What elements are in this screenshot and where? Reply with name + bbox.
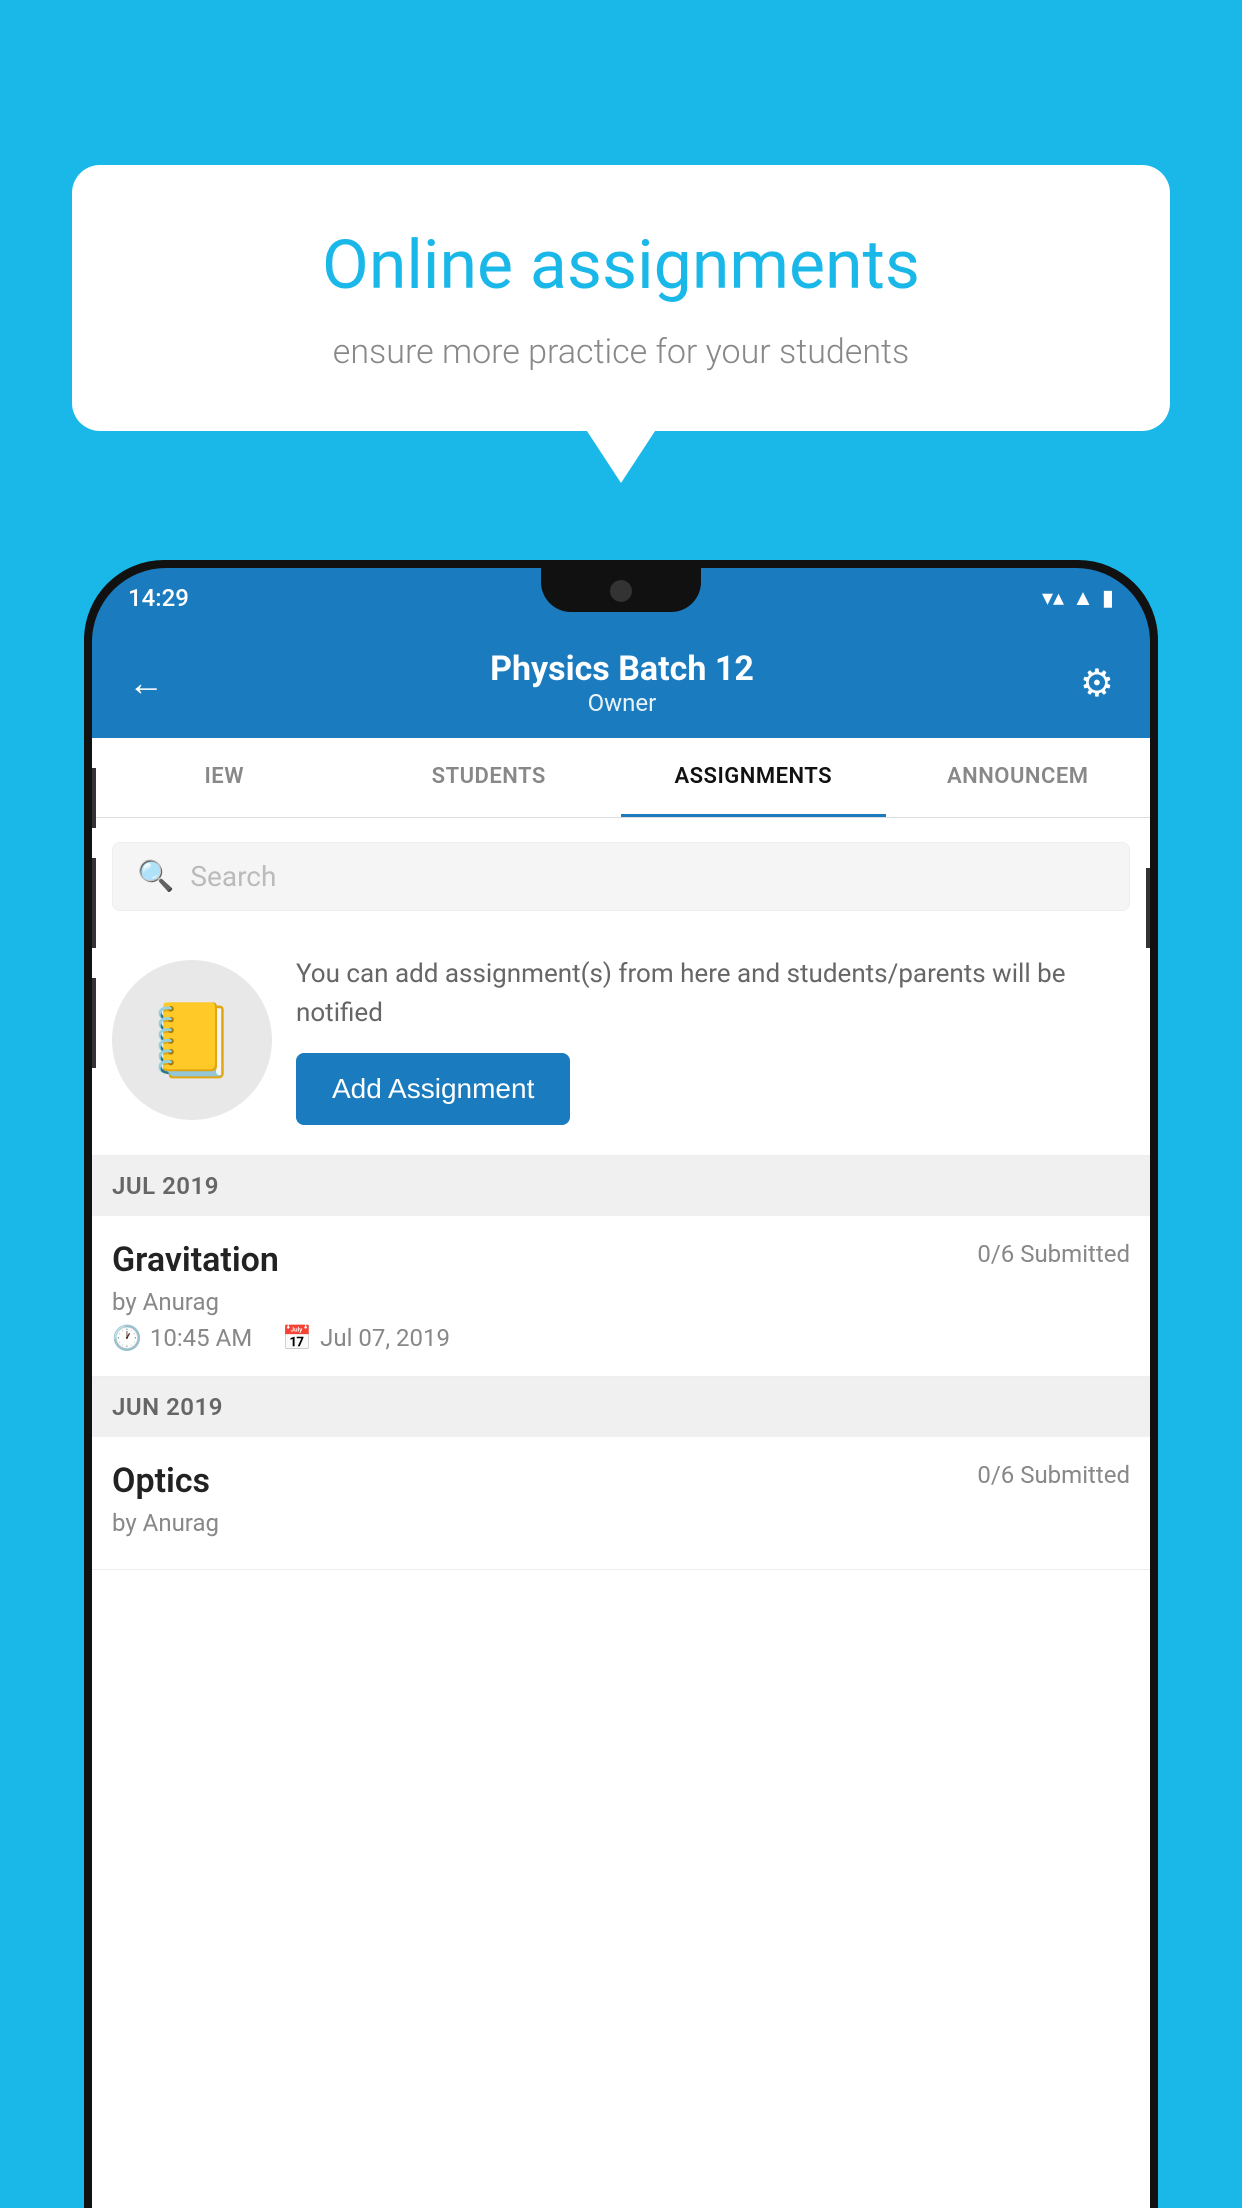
app-header: ← Physics Batch 12 Owner ⚙ — [92, 628, 1150, 738]
volume-down-button — [92, 858, 96, 948]
assignment-meta: 🕐 10:45 AM 📅 Jul 07, 2019 — [112, 1324, 1130, 1352]
promo-right: You can add assignment(s) from here and … — [296, 955, 1130, 1125]
assignment-name-optics: Optics — [112, 1461, 210, 1501]
batch-title: Physics Batch 12 — [490, 649, 754, 689]
tab-assignments[interactable]: ASSIGNMENTS — [621, 738, 886, 817]
assignment-submitted: 0/6 Submitted — [977, 1240, 1130, 1268]
time-value: 10:45 AM — [150, 1324, 252, 1352]
phone-inner: 14:29 ▾▴ ▲ ▮ ← Physics Batch 12 Owner ⚙ … — [92, 568, 1150, 2208]
camera-button — [92, 978, 96, 1068]
assignment-name: Gravitation — [112, 1240, 279, 1280]
search-placeholder: Search — [190, 860, 276, 893]
calendar-icon: 📅 — [282, 1324, 312, 1352]
tab-students[interactable]: STUDENTS — [357, 738, 622, 817]
section-jul-2019: JUL 2019 — [92, 1156, 1150, 1216]
header-center: Physics Batch 12 Owner — [490, 649, 754, 717]
section-jun-2019: JUN 2019 — [92, 1377, 1150, 1437]
signal-icon: ▲ — [1072, 585, 1094, 611]
status-time: 14:29 — [128, 584, 189, 612]
volume-up-button — [92, 768, 96, 828]
add-assignment-button[interactable]: Add Assignment — [296, 1053, 570, 1125]
bubble-subtitle: ensure more practice for your students — [127, 329, 1115, 377]
promo-block: 📒 You can add assignment(s) from here an… — [92, 931, 1150, 1156]
content-area: 🔍 Search 📒 You can add assignment(s) fro… — [92, 818, 1150, 2208]
assignment-top: Gravitation 0/6 Submitted — [112, 1240, 1130, 1280]
search-icon: 🔍 — [137, 859, 174, 894]
assignment-author: by Anurag — [112, 1288, 1130, 1316]
assignment-submitted-optics: 0/6 Submitted — [977, 1461, 1130, 1489]
power-button — [1146, 868, 1150, 948]
back-button[interactable]: ← — [128, 662, 164, 704]
date-value: Jul 07, 2019 — [320, 1324, 450, 1352]
search-bar[interactable]: 🔍 Search — [112, 842, 1130, 911]
status-icons: ▾▴ ▲ ▮ — [1042, 585, 1114, 611]
phone-notch — [541, 568, 701, 612]
camera-dot — [610, 580, 632, 602]
bubble-title: Online assignments — [127, 225, 1115, 307]
assignment-time: 🕐 10:45 AM — [112, 1324, 252, 1352]
assignment-date: 📅 Jul 07, 2019 — [282, 1324, 450, 1352]
assignment-top-optics: Optics 0/6 Submitted — [112, 1461, 1130, 1501]
clock-icon: 🕐 — [112, 1324, 142, 1352]
phone-frame: 14:29 ▾▴ ▲ ▮ ← Physics Batch 12 Owner ⚙ … — [84, 560, 1158, 2208]
assignment-item-optics[interactable]: Optics 0/6 Submitted by Anurag — [92, 1437, 1150, 1570]
promo-text: You can add assignment(s) from here and … — [296, 955, 1130, 1033]
wifi-icon: ▾▴ — [1042, 586, 1064, 611]
settings-icon[interactable]: ⚙ — [1080, 661, 1114, 706]
speech-bubble: Online assignments ensure more practice … — [72, 165, 1170, 431]
tab-iew[interactable]: IEW — [92, 738, 357, 817]
battery-icon: ▮ — [1102, 586, 1114, 611]
promo-icon-circle: 📒 — [112, 960, 272, 1120]
assignment-author-optics: by Anurag — [112, 1509, 1130, 1537]
owner-label: Owner — [490, 689, 754, 717]
tabs-bar: IEW STUDENTS ASSIGNMENTS ANNOUNCEM — [92, 738, 1150, 818]
tab-announcements[interactable]: ANNOUNCEM — [886, 738, 1151, 817]
notebook-icon: 📒 — [147, 998, 237, 1083]
assignment-item-gravitation[interactable]: Gravitation 0/6 Submitted by Anurag 🕐 10… — [92, 1216, 1150, 1377]
